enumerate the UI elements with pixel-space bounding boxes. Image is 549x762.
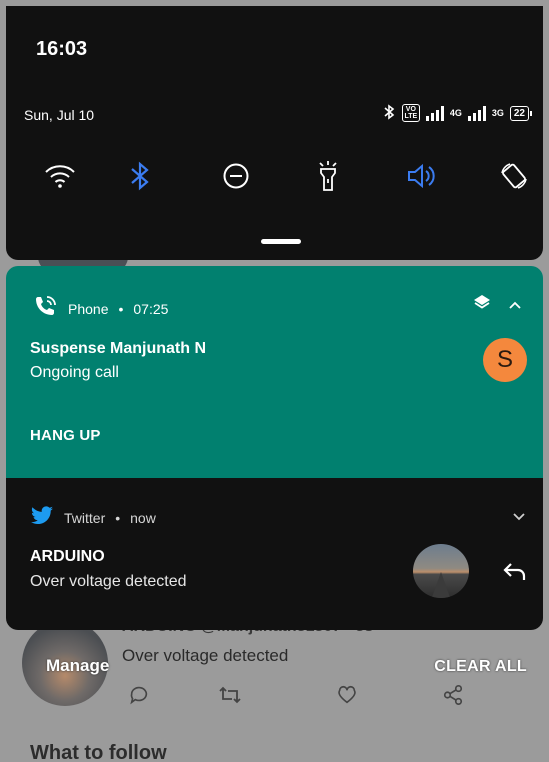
layers-icon[interactable] — [473, 294, 491, 315]
auto-rotate-icon — [501, 163, 527, 189]
phone-icon — [32, 296, 58, 321]
like-icon — [336, 684, 358, 712]
phone-notification-controls — [473, 294, 521, 315]
manage-button[interactable]: Manage — [46, 656, 109, 676]
background-tweet-actions — [122, 684, 482, 708]
flashlight-tile[interactable] — [310, 158, 346, 194]
twitter-notification-time: now — [130, 509, 156, 526]
bluetooth-tile[interactable] — [122, 158, 158, 194]
twitter-bird-icon — [30, 506, 54, 529]
signal-icon — [425, 105, 444, 121]
phone-app-name: Phone — [68, 300, 109, 317]
expand-chevron-icon[interactable] — [513, 508, 525, 526]
twitter-app-name: Twitter — [64, 509, 106, 526]
flashlight-icon — [319, 161, 337, 191]
caller-avatar: S — [483, 338, 527, 382]
background-tweet-text: Over voltage detected — [122, 646, 289, 665]
phone-notification-header: Phone • 07:25 — [32, 296, 168, 321]
network-type-1: 4G — [449, 107, 462, 118]
hang-up-button[interactable]: HANG UP — [30, 427, 101, 444]
bluetooth-icon — [131, 161, 149, 191]
reply-icon — [128, 684, 150, 712]
phone-notification-time: 07:25 — [133, 300, 169, 317]
do-not-disturb-icon — [223, 163, 249, 189]
collapse-chevron-icon[interactable] — [509, 296, 521, 314]
sound-tile[interactable] — [404, 158, 440, 194]
quick-settings-panel: 16:03 Sun, Jul 10 VO LTE 4G 3G 22 — [6, 6, 543, 260]
rotate-tile[interactable] — [496, 158, 532, 194]
drag-handle[interactable] — [261, 239, 301, 244]
reply-arrow-icon[interactable] — [501, 560, 529, 584]
signal-icon-2 — [467, 105, 486, 121]
background-section-title: What to follow — [30, 742, 167, 762]
wifi-icon — [45, 165, 75, 188]
twitter-notification-text: Over voltage detected — [30, 573, 187, 590]
twitter-notification-title: ARDUINO — [30, 548, 105, 565]
clock: 16:03 — [36, 38, 88, 60]
date: Sun, Jul 10 — [24, 107, 95, 123]
caller-name: Suspense Manjunath N — [30, 340, 207, 357]
share-icon — [442, 684, 464, 712]
network-type-2: 3G — [491, 107, 504, 118]
dnd-tile[interactable] — [218, 158, 254, 194]
bluetooth-status-icon — [382, 103, 396, 123]
twitter-notification[interactable]: Twitter • now ARDUINO Over voltage detec… — [6, 478, 543, 630]
call-status: Ongoing call — [30, 364, 119, 381]
quick-settings-tiles — [42, 158, 527, 198]
retweet-icon — [218, 684, 242, 712]
wifi-tile[interactable] — [42, 158, 78, 194]
volte-badge: VO LTE — [401, 104, 420, 122]
status-icons: VO LTE 4G 3G 22 — [382, 102, 533, 124]
tweet-thumbnail — [413, 544, 469, 598]
battery-icon: 22 — [509, 105, 533, 121]
clear-all-button[interactable]: CLEAR ALL — [434, 658, 527, 676]
twitter-notification-header: Twitter • now — [30, 506, 156, 529]
phone-notification[interactable]: Phone • 07:25 Suspense Manjunath N Ongoi… — [6, 266, 543, 478]
sound-icon — [408, 163, 435, 189]
